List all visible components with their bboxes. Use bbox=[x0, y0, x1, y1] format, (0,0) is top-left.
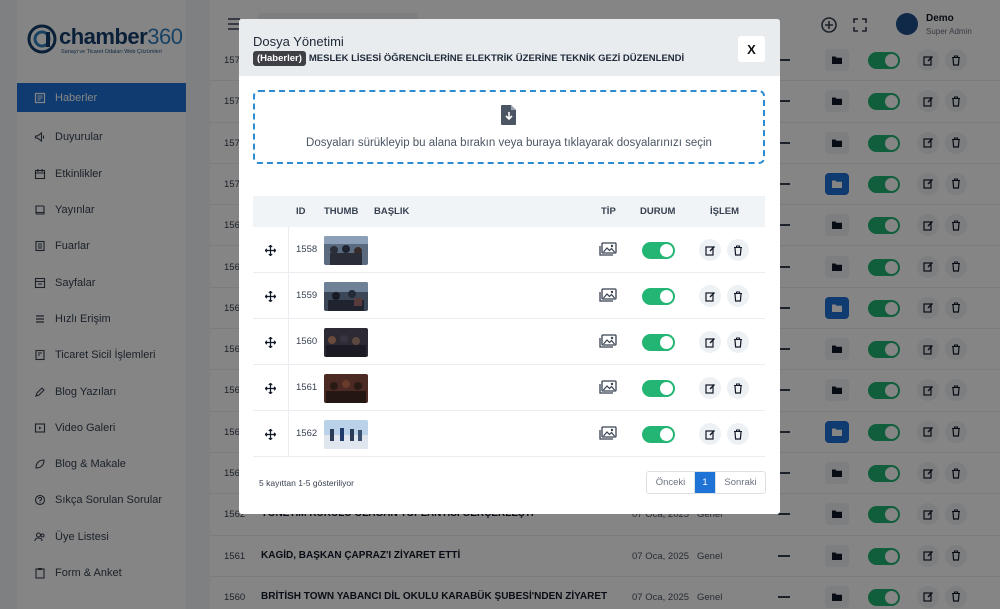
pagination: Önceki 1 Sonraki bbox=[646, 471, 766, 494]
file-thumbnail[interactable] bbox=[324, 282, 368, 311]
drag-handle[interactable] bbox=[253, 273, 289, 319]
file-thumbnail[interactable] bbox=[324, 374, 368, 403]
file-status-toggle[interactable] bbox=[642, 334, 675, 351]
file-id: 1558 bbox=[296, 244, 318, 255]
file-status-toggle[interactable] bbox=[642, 242, 675, 259]
section-badge: (Haberler) bbox=[253, 51, 306, 66]
col-title: BAŞLIK bbox=[374, 206, 410, 217]
file-row: 1562 bbox=[253, 411, 765, 457]
delete-icon[interactable] bbox=[727, 331, 749, 353]
app: chamber360 Sanayi ve Ticaret Odaları Web… bbox=[0, 0, 1000, 609]
image-type-icon bbox=[599, 242, 617, 256]
prev-page-button[interactable]: Önceki bbox=[647, 472, 695, 493]
file-dropzone[interactable]: Dosyaları sürükleyip bu alana bırakın ve… bbox=[253, 90, 765, 164]
modal-subtitle: (Haberler) MESLEK LİSESİ ÖĞRENCİLERİNE E… bbox=[253, 51, 684, 66]
news-title: MESLEK LİSESİ ÖĞRENCİLERİNE ELEKTRİK ÜZE… bbox=[308, 53, 685, 64]
file-row: 1560 bbox=[253, 319, 765, 365]
file-table-header: ID THUMB BAŞLIK TİP DURUM İŞLEM bbox=[253, 196, 765, 227]
modal-title: Dosya Yönetimi bbox=[253, 34, 344, 49]
col-id: ID bbox=[296, 206, 306, 217]
image-type-icon bbox=[599, 380, 617, 394]
table-info: 5 kayıttan 1-5 gösteriliyor bbox=[259, 478, 354, 488]
file-status-toggle[interactable] bbox=[642, 426, 675, 443]
delete-icon[interactable] bbox=[727, 377, 749, 399]
edit-icon[interactable] bbox=[699, 285, 721, 307]
edit-icon[interactable] bbox=[699, 423, 721, 445]
col-action: İŞLEM bbox=[710, 206, 740, 217]
delete-icon[interactable] bbox=[727, 239, 749, 261]
edit-icon[interactable] bbox=[699, 239, 721, 261]
image-type-icon bbox=[599, 288, 617, 302]
file-status-toggle[interactable] bbox=[642, 380, 675, 397]
delete-icon[interactable] bbox=[727, 285, 749, 307]
drag-handle[interactable] bbox=[253, 227, 289, 273]
file-thumbnail[interactable] bbox=[324, 328, 368, 357]
move-icon[interactable] bbox=[265, 382, 276, 394]
move-icon[interactable] bbox=[265, 428, 276, 440]
edit-icon[interactable] bbox=[699, 377, 721, 399]
move-icon[interactable] bbox=[265, 336, 276, 348]
file-thumbnail[interactable] bbox=[324, 420, 368, 449]
col-type: TİP bbox=[601, 206, 616, 217]
image-type-icon bbox=[599, 334, 617, 348]
drag-handle[interactable] bbox=[253, 319, 289, 365]
file-row: 1558 bbox=[253, 227, 765, 273]
file-status-toggle[interactable] bbox=[642, 288, 675, 305]
dropzone-text: Dosyaları sürükleyip bu alana bırakın ve… bbox=[306, 137, 712, 149]
page-1-button[interactable]: 1 bbox=[695, 472, 715, 493]
image-type-icon bbox=[599, 426, 617, 440]
col-status: DURUM bbox=[640, 206, 676, 217]
close-button[interactable]: X bbox=[738, 36, 765, 62]
file-id: 1561 bbox=[296, 382, 318, 393]
next-page-button[interactable]: Sonraki bbox=[715, 472, 765, 493]
edit-icon[interactable] bbox=[699, 331, 721, 353]
file-manager-modal: Dosya Yönetimi (Haberler) MESLEK LİSESİ … bbox=[239, 19, 780, 514]
file-row: 1559 bbox=[253, 273, 765, 319]
file-id: 1562 bbox=[296, 428, 318, 439]
move-icon[interactable] bbox=[265, 244, 276, 256]
col-thumb: THUMB bbox=[324, 206, 359, 217]
move-icon[interactable] bbox=[265, 290, 276, 302]
file-row: 1561 bbox=[253, 365, 765, 411]
file-download-icon bbox=[501, 105, 516, 125]
drag-handle[interactable] bbox=[253, 411, 289, 457]
modal-header: Dosya Yönetimi (Haberler) MESLEK LİSESİ … bbox=[239, 19, 780, 76]
file-id: 1559 bbox=[296, 290, 318, 301]
file-id: 1560 bbox=[296, 336, 318, 347]
delete-icon[interactable] bbox=[727, 423, 749, 445]
file-thumbnail[interactable] bbox=[324, 236, 368, 265]
drag-handle[interactable] bbox=[253, 365, 289, 411]
